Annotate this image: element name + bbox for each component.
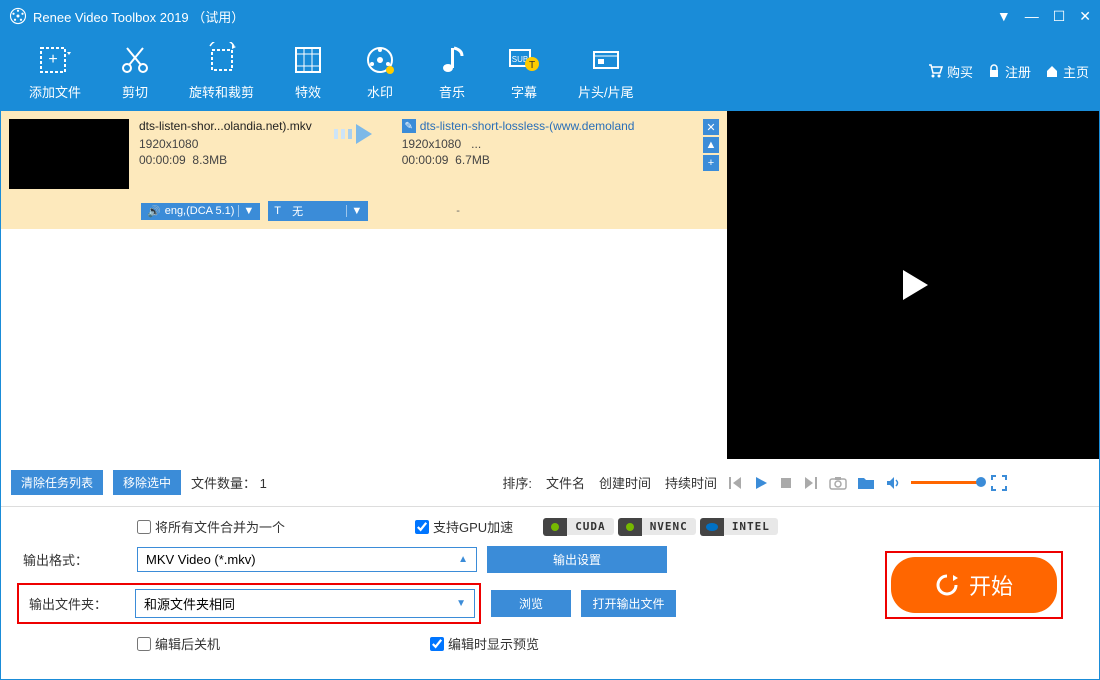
dropdown-icon[interactable]: ▼ (997, 8, 1011, 24)
remove-selected-button[interactable]: 移除选中 (113, 470, 181, 495)
controls-bar: 清除任务列表 移除选中 文件数量： 1 排序: 文件名 创建时间 持续时间 (1, 459, 1099, 507)
fullscreen-button[interactable] (991, 475, 1007, 491)
music-icon (434, 42, 470, 78)
snapshot-button[interactable] (829, 475, 847, 491)
subtitle-track-tag[interactable]: T 无▼ (268, 201, 368, 221)
toolbar-music[interactable]: 音乐 (416, 42, 488, 101)
toolbar-cut[interactable]: 剪切 (99, 42, 171, 101)
crop-icon (204, 42, 240, 78)
shutdown-checkbox[interactable]: 编辑后关机 (137, 634, 220, 653)
task-add-button[interactable]: + (703, 155, 719, 171)
app-logo-icon (9, 7, 27, 25)
cart-icon (927, 63, 943, 79)
intel-badge: INTEL (700, 518, 778, 536)
task-dest-info: ✎ dts-listen-short-lossless-(www.demoland… (402, 119, 635, 167)
output-folder-label: 输出文件夹： (23, 594, 125, 613)
sort-duration[interactable]: 持续时间 (665, 473, 717, 492)
bottom-panel: 将所有文件合并为一个 支持GPU加速 CUDA NVENC INTEL 输出格式… (1, 507, 1099, 663)
maximize-button[interactable]: ☐ (1053, 8, 1066, 25)
toolbar-subtitle[interactable]: SUBT 字幕 (488, 42, 560, 101)
preview-checkbox[interactable]: 编辑时显示预览 (430, 634, 539, 653)
svg-text:T: T (529, 60, 535, 71)
refresh-icon (935, 573, 959, 597)
clear-list-button[interactable]: 清除任务列表 (11, 470, 103, 495)
titlebar: Renee Video Toolbox 2019 （试用） ▼ — ☐ ✕ (1, 1, 1099, 31)
audio-track-tag[interactable]: 🔊eng,(DCA 5.1)▼ (141, 203, 260, 220)
play-button[interactable] (753, 475, 769, 491)
dest-filename: dts-listen-short-lossless-(www.demoland (420, 119, 635, 133)
output-format-label: 输出格式： (17, 550, 127, 569)
watermark-icon (362, 42, 398, 78)
volume-icon[interactable] (885, 475, 901, 491)
window-title: Renee Video Toolbox 2019 （试用） (33, 7, 997, 26)
scissors-icon (117, 42, 153, 78)
minimize-button[interactable]: — (1025, 8, 1039, 24)
toolbar-rotate-crop[interactable]: 旋转和裁剪 (171, 42, 272, 101)
register-link[interactable]: 注册 (987, 62, 1031, 81)
stop-button[interactable] (779, 476, 793, 490)
output-format-dropdown[interactable]: MKV Video (*.mkv)▲ (137, 547, 477, 572)
cuda-badge: CUDA (543, 518, 614, 536)
source-filename: dts-listen-shor...olandia.net).mkv (139, 119, 312, 133)
preview-panel[interactable] (727, 111, 1099, 459)
svg-text:+: + (48, 51, 57, 68)
task-list: dts-listen-shor...olandia.net).mkv 1920x… (1, 111, 727, 459)
volume-slider[interactable] (911, 481, 981, 484)
play-icon (893, 265, 933, 305)
add-file-icon: + (37, 42, 73, 78)
start-button[interactable]: 开始 (891, 557, 1057, 613)
prev-button[interactable] (727, 475, 743, 491)
subtitle-icon: SUBT (506, 42, 542, 78)
output-folder-dropdown[interactable]: 和源文件夹相同▼ (135, 589, 475, 618)
file-count: 1 (260, 476, 267, 491)
lock-icon (987, 64, 1001, 78)
intro-icon (588, 42, 624, 78)
browse-button[interactable]: 浏览 (491, 590, 571, 617)
effects-icon (290, 42, 326, 78)
toolbar-watermark[interactable]: 水印 (344, 42, 416, 101)
merge-checkbox[interactable]: 将所有文件合并为一个 (137, 517, 285, 536)
sort-created[interactable]: 创建时间 (599, 473, 651, 492)
task-row[interactable]: dts-listen-shor...olandia.net).mkv 1920x… (1, 111, 727, 197)
buy-link[interactable]: 购买 (927, 62, 973, 81)
toolbar-intro-outro[interactable]: 片头/片尾 (560, 42, 652, 101)
toolbar-add-file[interactable]: + 添加文件 (11, 42, 99, 101)
open-output-button[interactable]: 打开输出文件 (581, 590, 676, 617)
main-toolbar: + 添加文件 剪切 旋转和裁剪 特效 水印 音乐 SUBT 字幕 片头/片尾 购… (1, 31, 1099, 111)
conversion-arrow-icon (322, 119, 392, 149)
home-icon (1045, 64, 1059, 78)
file-count-label: 文件数量： (191, 476, 256, 491)
dash: - (456, 205, 460, 217)
sort-label: 排序: (502, 473, 532, 492)
task-tags: 🔊eng,(DCA 5.1)▼ T 无▼ - (1, 197, 727, 229)
sort-filename[interactable]: 文件名 (546, 473, 585, 492)
next-button[interactable] (803, 475, 819, 491)
gpu-checkbox[interactable]: 支持GPU加速 (415, 517, 513, 536)
close-button[interactable]: ✕ (1079, 8, 1091, 25)
nvenc-badge: NVENC (618, 518, 696, 536)
open-folder-button[interactable] (857, 475, 875, 491)
video-thumbnail (9, 119, 129, 189)
toolbar-effects[interactable]: 特效 (272, 42, 344, 101)
home-link[interactable]: 主页 (1045, 62, 1089, 81)
source-resolution: 1920x1080 (139, 137, 312, 151)
task-remove-button[interactable]: ✕ (703, 119, 719, 135)
task-move-up-button[interactable]: ▲ (703, 137, 719, 153)
task-source-info: dts-listen-shor...olandia.net).mkv 1920x… (139, 119, 312, 167)
output-settings-button[interactable]: 输出设置 (487, 546, 667, 573)
edit-icon[interactable]: ✎ (402, 119, 416, 133)
